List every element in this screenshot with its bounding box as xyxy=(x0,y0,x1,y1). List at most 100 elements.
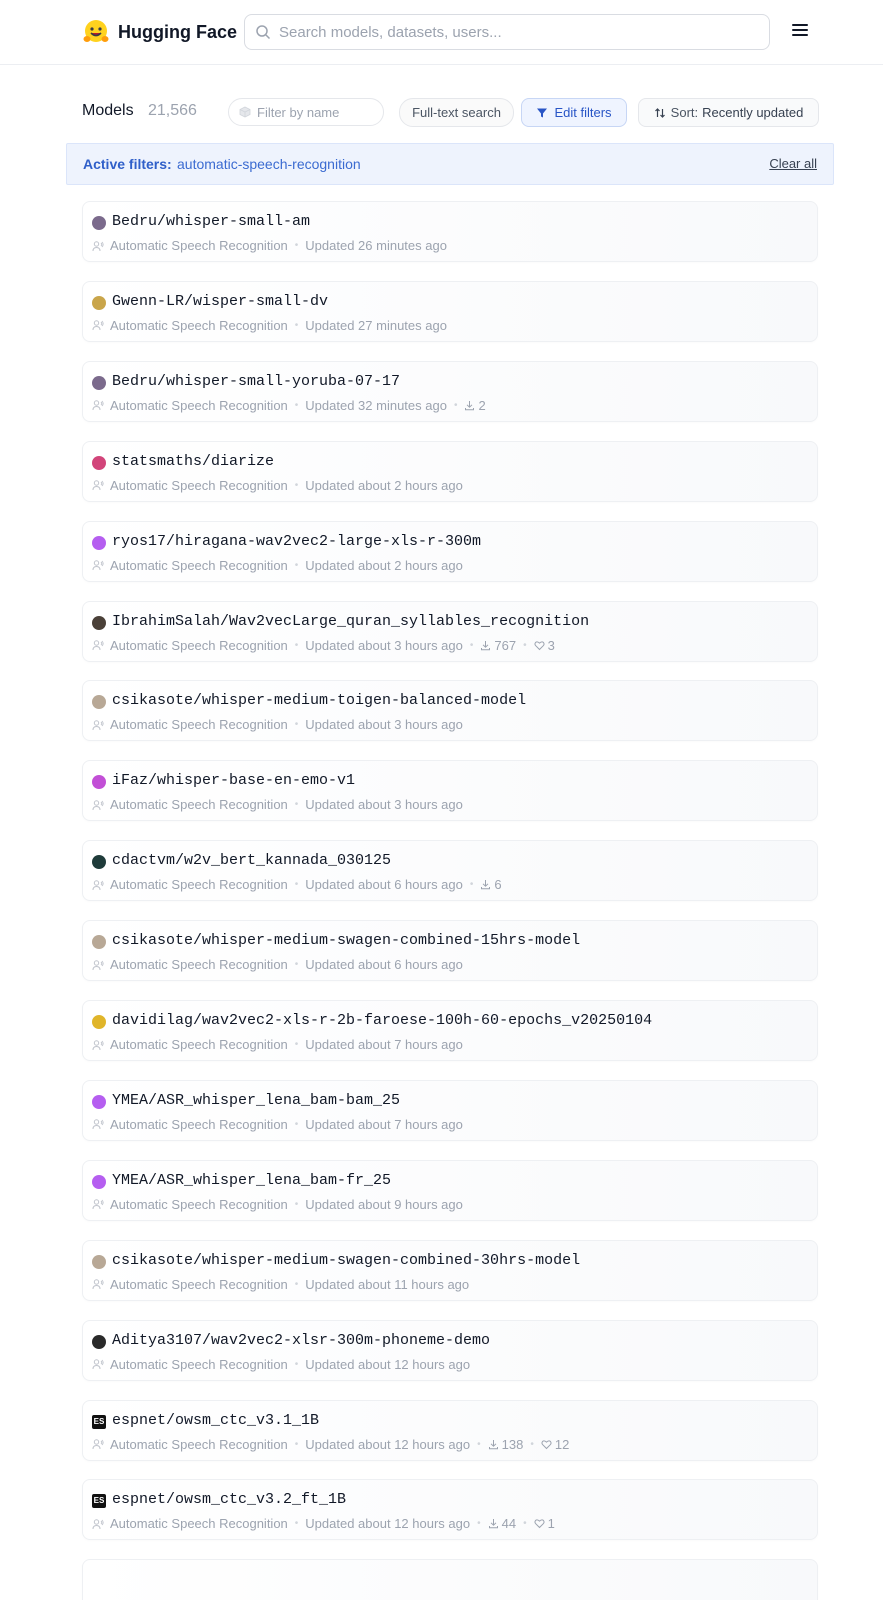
model-name-link[interactable]: YMEA/ASR_whisper_lena_bam-fr_25 xyxy=(112,1172,391,1189)
models-count: 21,566 xyxy=(148,102,197,119)
models-toolbar: Models 21,566 Full-text search Edit filt… xyxy=(82,98,819,128)
download-count: 6 xyxy=(494,877,502,893)
heart-icon xyxy=(534,1519,545,1529)
separator-dot: • xyxy=(530,1438,534,1450)
speech-recognition-icon xyxy=(92,879,104,890)
model-name-link[interactable]: Bedru/whisper-small-am xyxy=(112,213,310,230)
edit-filters-button[interactable]: Edit filters xyxy=(521,98,627,127)
model-meta: Automatic Speech Recognition • Updated abo… xyxy=(92,478,463,493)
speech-recognition-icon xyxy=(92,800,104,810)
task-label: Automatic Speech Recognition xyxy=(110,238,288,253)
model-meta: Automatic Speech Recognition • Updated 26 … xyxy=(92,238,447,253)
model-card[interactable]: Gwenn-LR/wisper-small-dv Automatic Speech… xyxy=(82,280,818,342)
sort-prefix: Sort: xyxy=(670,105,699,120)
model-name-link[interactable]: csikasote/whisper-medium-swagen-combined… xyxy=(112,1252,580,1269)
speech-recognition-icon xyxy=(92,240,104,251)
model-card[interactable]: statsmaths/diarize Automatic Speech Recog… xyxy=(82,440,818,502)
model-name-link[interactable]: statsmaths/diarize xyxy=(112,453,274,470)
download-count: 767 xyxy=(494,637,517,653)
speech-recognition-icon xyxy=(92,720,104,730)
model-card[interactable]: YMEA/ASR_whisper_lena_bam-bam_25 Automati… xyxy=(82,1079,818,1141)
brand-name: Hugging Face xyxy=(118,21,238,42)
speech-recognition-icon xyxy=(92,480,104,491)
updated-label: Updated about 12 hours ago xyxy=(305,1356,471,1372)
speech-recognition-icon xyxy=(92,1519,104,1529)
cube-icon xyxy=(239,106,251,118)
task-label: Automatic Speech Recognition xyxy=(110,477,288,493)
model-meta: Automatic Speech Recognition • Updated abo… xyxy=(92,877,502,892)
filter-name-input[interactable] xyxy=(257,104,377,120)
download-icon xyxy=(465,400,475,411)
avatar xyxy=(92,375,106,390)
model-name-link[interactable]: Gwenn-LR/wisper-small-dv xyxy=(112,293,328,310)
model-card[interactable]: Bedru/whisper-small-am Automatic Speech R… xyxy=(82,201,818,262)
sort-button[interactable]: Sort: Recently updated xyxy=(638,98,819,127)
task-label: Automatic Speech Recognition xyxy=(110,1196,288,1212)
model-card[interactable]: ES espnet/owsm_ctc_v3.1_1B Automatic Speec… xyxy=(82,1399,818,1461)
model-name-link[interactable]: IbrahimSalah/Wav2vecLarge_quran_syllable… xyxy=(112,613,589,630)
hamburger-menu-icon[interactable] xyxy=(792,24,808,38)
model-name-link[interactable]: Bedru/whisper-small-yoruba-07-17 xyxy=(112,373,400,390)
model-meta: Automatic Speech Recognition • Updated abo… xyxy=(92,717,463,732)
speech-recognition-icon xyxy=(92,640,104,651)
updated-label: Updated about 6 hours ago xyxy=(305,877,463,893)
model-card[interactable]: YMEA/ASR_whisper_lena_bam-fr_25 Automatic… xyxy=(82,1159,818,1221)
model-card[interactable]: Aditya3107/wav2vec2-xlsr-300m-phoneme-de… xyxy=(82,1319,818,1381)
full-text-search-label: Full-text search xyxy=(412,105,501,120)
model-card[interactable]: Bedru/whisper-small-yoruba-07-17 Automati… xyxy=(82,360,818,422)
global-search[interactable] xyxy=(244,14,770,50)
model-name-link[interactable]: Aditya3107/wav2vec2-xlsr-300m-phoneme-de… xyxy=(112,1332,490,1349)
avatar xyxy=(92,216,106,230)
active-filter-value[interactable]: automatic-speech-recognition xyxy=(177,156,361,172)
task-label: Automatic Speech Recognition xyxy=(110,1516,288,1532)
model-name-link[interactable]: csikasote/whisper-medium-toigen-balanced… xyxy=(112,692,526,709)
avatar xyxy=(92,775,106,790)
speech-recognition-icon xyxy=(92,1119,104,1130)
model-name-link[interactable]: espnet/owsm_ctc_v3.1_1B xyxy=(112,1412,319,1429)
model-card[interactable]: csikasote/whisper-medium-swagen-combined… xyxy=(82,1239,818,1301)
avatar xyxy=(92,1015,106,1029)
clear-all-link[interactable]: Clear all xyxy=(769,156,817,171)
filter-by-name[interactable] xyxy=(228,98,384,126)
updated-label: Updated about 6 hours ago xyxy=(305,957,463,973)
model-name-link[interactable]: davidilag/wav2vec2-xls-r-2b-faroese-100h… xyxy=(112,1012,652,1029)
like-count: 3 xyxy=(547,637,555,653)
model-name-link[interactable]: espnet/owsm_ctc_v3.2_ft_1B xyxy=(112,1491,346,1508)
avatar xyxy=(92,935,106,950)
avatar: ES xyxy=(92,1494,106,1509)
separator-dot: • xyxy=(294,399,299,411)
search-icon xyxy=(256,25,271,40)
model-card[interactable]: cdactvm/w2v_bert_kannada_030125 Automatic… xyxy=(82,840,818,902)
active-filters-bar: Active filters: automatic-speech-recogni… xyxy=(66,143,834,185)
model-card[interactable]: iFaz/whisper-base-en-emo-v1 Automatic Spe… xyxy=(82,760,818,822)
download-icon xyxy=(488,1439,498,1449)
model-meta: Automatic Speech Recognition • Updated abo… xyxy=(92,1197,463,1212)
brand-logo[interactable]: Hugging Face xyxy=(82,18,237,46)
model-card[interactable]: davidilag/wav2vec2-xls-r-2b-faroese-100h… xyxy=(82,1000,818,1061)
model-name-link[interactable]: cdactvm/w2v_bert_kannada_030125 xyxy=(112,852,391,869)
model-card[interactable]: ES espnet/owsm_ctc_v3.2_ft_1B Automatic Sp… xyxy=(82,1479,818,1541)
model-name-link[interactable]: iFaz/whisper-base-en-emo-v1 xyxy=(112,772,355,789)
separator-dot: • xyxy=(294,1518,299,1530)
speech-recognition-icon xyxy=(92,959,104,970)
model-card[interactable]: csikasote/whisper-medium-toigen-balanced… xyxy=(82,680,818,742)
updated-label: Updated 32 minutes ago xyxy=(305,397,447,413)
model-card[interactable]: IbrahimSalah/Wav2vecLarge_quran_syllable… xyxy=(82,600,818,662)
model-card[interactable]: csikasote/whisper-medium-swagen-combined… xyxy=(82,920,818,982)
model-name-link[interactable]: YMEA/ASR_whisper_lena_bam-bam_25 xyxy=(112,1092,400,1109)
avatar xyxy=(92,615,106,630)
task-label: Automatic Speech Recognition xyxy=(110,397,288,413)
updated-label: Updated about 7 hours ago xyxy=(305,1037,463,1052)
model-name-link[interactable]: csikasote/whisper-medium-swagen-combined… xyxy=(112,932,580,949)
separator-dot: • xyxy=(294,959,299,971)
avatar xyxy=(92,455,106,470)
model-card[interactable]: ryos17/hiragana-wav2vec2-large-xls-r-300… xyxy=(82,520,818,582)
updated-label: Updated about 7 hours ago xyxy=(305,1116,463,1132)
full-text-search-button[interactable]: Full-text search xyxy=(399,98,514,127)
search-input[interactable] xyxy=(279,23,749,41)
download-count: 2 xyxy=(478,397,486,413)
avatar xyxy=(92,295,106,310)
edit-filters-label: Edit filters xyxy=(554,105,612,120)
model-name-link[interactable]: ryos17/hiragana-wav2vec2-large-xls-r-300… xyxy=(112,533,481,550)
model-card[interactable] xyxy=(82,1559,818,1600)
